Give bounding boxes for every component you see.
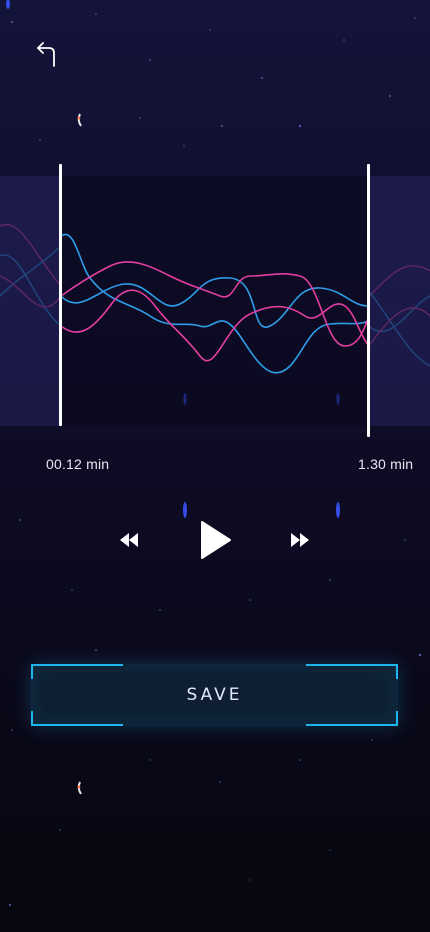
audio-waveform — [0, 223, 430, 374]
save-button-label: SAVE — [186, 685, 243, 705]
play-icon — [201, 521, 231, 559]
play-button[interactable] — [196, 520, 236, 560]
fast-forward-button[interactable] — [287, 529, 313, 551]
playback-controls — [0, 518, 430, 562]
fast-forward-icon — [291, 533, 309, 547]
rewind-icon — [120, 533, 138, 547]
trim-end-time: 1.30 min — [358, 456, 414, 472]
trim-start-time: 00.12 min — [46, 456, 110, 472]
waveform-trimmer[interactable] — [0, 176, 430, 426]
rewind-button[interactable] — [116, 529, 142, 551]
save-button[interactable]: SAVE — [31, 664, 398, 726]
back-arrow-icon — [37, 42, 55, 67]
trim-start-handle[interactable] — [59, 164, 62, 426]
trim-end-handle[interactable] — [367, 164, 370, 437]
back-button[interactable] — [30, 38, 62, 70]
